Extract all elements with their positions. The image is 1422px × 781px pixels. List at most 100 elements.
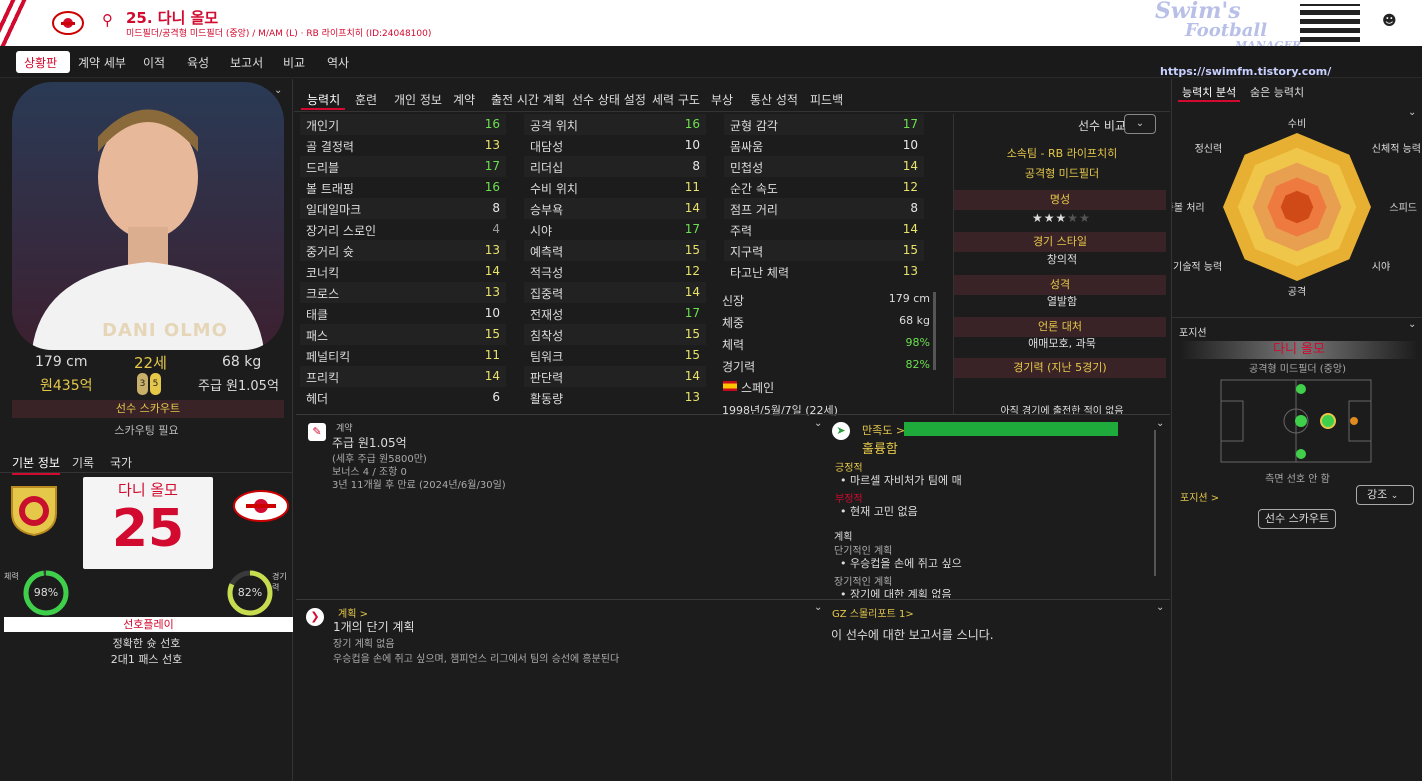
tab-feedback[interactable]: 피드백 <box>810 91 843 108</box>
attribute-label: 전재성 <box>530 308 564 322</box>
tab-injuries[interactable]: 부상 <box>711 91 733 108</box>
radar-axis-label: 공격 <box>1288 285 1306 298</box>
position-chevron-icon[interactable]: ⌄ <box>1408 319 1416 330</box>
player-height: 179 cm <box>35 354 88 370</box>
nav-item-dashboard[interactable]: 상황판 <box>24 54 57 71</box>
right-panel: 능력치 분석 숨은 능력치 ⌄ 수비신체적 능력스피드시야공격 기술적 능력 공중볼… <box>1155 79 1422 781</box>
info-label: 체력 <box>722 338 745 352</box>
attribute-value: 13 <box>902 264 918 278</box>
tab-basic-info[interactable]: 기본 정보 <box>12 454 60 475</box>
happiness-label[interactable]: 만족도 > <box>862 422 905 438</box>
tab-records[interactable]: 기록 <box>72 454 94 471</box>
attribute-value: 8 <box>492 201 500 215</box>
attribute-value: 4 <box>492 222 500 236</box>
tab-attributes[interactable]: 능력치 <box>307 91 340 108</box>
radar-axis-label: 스피드 <box>1389 202 1417 214</box>
long-term-item: • 장기에 대한 계획 없음 <box>840 586 952 598</box>
nav-item-reports[interactable]: 보고서 <box>230 54 263 71</box>
preferred-move-1: 정확한 슛 선호 <box>112 637 181 650</box>
plans-desc: 우승컵을 손에 쥐고 싶으며, 챔피언스 리그에서 팀의 승선에 흥분된다 <box>333 654 620 665</box>
player-compare-dropdown[interactable]: ⌄ <box>1124 114 1156 134</box>
nav-item-compare[interactable]: 비교 <box>283 54 305 71</box>
attribute-value: 14 <box>684 285 700 299</box>
position-label: 포지션 <box>1179 328 1207 339</box>
attribute-label: 골 결정력 <box>306 140 354 154</box>
attribute-label: 타고난 체력 <box>730 266 790 280</box>
tab-career-stats[interactable]: 통산 성적 <box>750 91 798 108</box>
tab-hidden-attributes[interactable]: 숨은 능력치 <box>1250 84 1304 100</box>
scouting-required: 스카우팅 필요 <box>114 424 179 437</box>
report-chevron-icon[interactable]: ⌄ <box>1156 602 1164 613</box>
plans-chevron-icon[interactable]: ⌄ <box>814 602 822 613</box>
attribute-label: 드리블 <box>306 161 340 175</box>
info-value: 82% <box>905 358 930 371</box>
preferred-move-2: 2대1 패스 선호 <box>110 653 183 666</box>
nav-item-transfer[interactable]: 이적 <box>143 54 165 71</box>
happiness-scrollbar[interactable] <box>1154 430 1156 576</box>
pos-dot-aml <box>1296 384 1306 394</box>
star-icon: ★ <box>1067 211 1080 225</box>
emphasis-chevron-icon: ⌄ <box>1390 491 1399 501</box>
negative-item: • 현재 고민 없음 <box>840 505 918 518</box>
radar-axis-label: 수비 <box>1288 118 1306 130</box>
club-badge-icon <box>232 489 290 523</box>
attribute-value: 13 <box>484 285 500 299</box>
tab-player-status[interactable]: 선수 상태 설정 <box>572 91 646 108</box>
position-name-banner: 다니 올모 <box>1180 341 1418 359</box>
attribute-value: 11 <box>684 180 700 194</box>
report-link[interactable]: GZ 스몰리포트 1> <box>832 605 914 620</box>
attribute-label: 페널티킥 <box>306 350 351 364</box>
player-subtitle: 미드필더/공격형 미드필더 (중앙) / M/AM (L) · RB 라이프치히… <box>126 29 432 39</box>
attribute-value: 17 <box>684 306 700 320</box>
contract-label: 계약 <box>336 424 353 434</box>
nav-item-history[interactable]: 역사 <box>327 54 349 71</box>
analysis-tab-underline <box>1178 100 1240 102</box>
attribute-value: 12 <box>902 180 918 194</box>
right-divider <box>1172 317 1422 318</box>
photo-menu-chevron-icon[interactable]: ⌄ <box>274 85 282 96</box>
condition-label: 체력 <box>4 572 19 581</box>
tab-playing-time[interactable]: 출전 시간 계획 <box>491 91 565 108</box>
position-scout-button[interactable]: 선수 스카우트 <box>1258 509 1336 529</box>
attribute-value: 8 <box>692 159 700 173</box>
player-weight: 68 kg <box>222 354 262 370</box>
scout-player-button[interactable]: 선수 스카우트 <box>12 400 284 418</box>
tab-training[interactable]: 훈련 <box>355 91 377 108</box>
plans-title: 1개의 단기 계획 <box>333 620 415 634</box>
nav-item-development[interactable]: 육성 <box>187 54 209 71</box>
happiness-bar <box>904 422 1118 436</box>
form-label: 경기력 (지난 5경기) <box>954 358 1166 378</box>
left-panel: DANI OLMO ⌄ 179 cm 22세 68 kg 원435억 3 5 주… <box>0 79 293 781</box>
attribute-label: 판단력 <box>530 371 564 385</box>
title-bar: ⚲ 25. 다니 올모 미드필더/공격형 미드필더 (중앙) / M/AM (L… <box>0 0 1422 52</box>
watermark-url: https://swimfm.tistory.com/ <box>1160 65 1332 78</box>
player-value: 원435억 <box>40 378 93 394</box>
attribute-label: 시야 <box>530 224 553 238</box>
radar-chart: 수비신체적 능력스피드시야공격 기술적 능력 공중볼 처리 정신력 <box>1155 118 1421 298</box>
tab-attribute-analysis[interactable]: 능력치 분석 <box>1182 84 1236 100</box>
search-icon[interactable]: ⚲ <box>102 11 113 29</box>
star-icon: ★ <box>1079 211 1091 225</box>
tab-contract[interactable]: 계약 <box>453 91 475 108</box>
attribute-value: 16 <box>684 117 700 131</box>
position-link[interactable]: 포지션 > <box>1180 489 1219 504</box>
attribute-label: 장거리 스로인 <box>306 224 377 238</box>
tab-dynamics[interactable]: 세력 구도 <box>652 91 700 108</box>
info-scrollbar[interactable] <box>933 292 936 370</box>
attribute-value: 17 <box>484 159 500 173</box>
attribute-label: 리더십 <box>530 161 564 175</box>
nav-item-contract[interactable]: 계약 세부 <box>78 54 126 71</box>
tab-nation[interactable]: 국가 <box>110 454 132 471</box>
attribute-label: 몸싸움 <box>730 140 764 154</box>
emphasis-label: 강조 <box>1367 488 1388 501</box>
sharpness-value: 82% <box>237 586 263 599</box>
profile-icon[interactable]: ☻ <box>1382 13 1397 29</box>
attribute-label: 집중력 <box>530 287 564 301</box>
tab-personal-info[interactable]: 개인 정보 <box>394 91 442 108</box>
emphasis-dropdown[interactable]: 강조 ⌄ <box>1356 485 1414 505</box>
attribute-value: 17 <box>684 222 700 236</box>
attribute-label: 승부욕 <box>530 203 564 217</box>
radar-layer-5 <box>1280 190 1314 224</box>
happiness-chevron-icon[interactable]: ⌄ <box>1156 418 1164 429</box>
contract-chevron-icon[interactable]: ⌄ <box>814 418 822 429</box>
